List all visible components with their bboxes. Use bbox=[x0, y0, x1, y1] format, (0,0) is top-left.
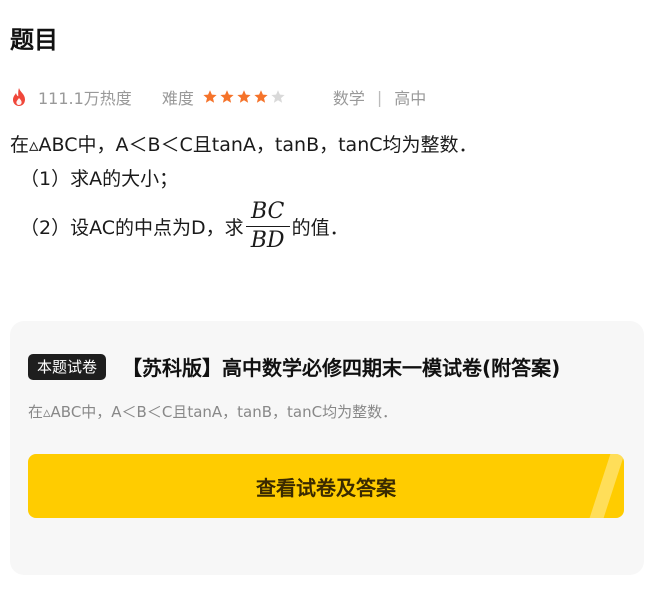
question-part-1: （1）求A的大小； bbox=[20, 168, 179, 190]
paper-card[interactable]: 本题试卷 【苏科版】高中数学必修四期末一模试卷(附答案) 在▵ABC中，A＜B＜… bbox=[10, 321, 644, 575]
question-part-2: （2）设AC的中点为D，求 BC BD 的值． bbox=[10, 196, 478, 256]
button-shine bbox=[589, 454, 624, 518]
fraction-bar bbox=[245, 225, 290, 227]
paper-title[interactable]: 【苏科版】高中数学必修四期末一模试卷(附答案) bbox=[122, 352, 560, 381]
question-body: 在▵ABC中，A＜B＜C且tanA，tanB，tanC均为整数． （1）求A的大… bbox=[10, 128, 478, 256]
view-paper-button[interactable]: 查看试卷及答案 bbox=[28, 454, 624, 518]
subject-label: 数学 bbox=[332, 89, 365, 108]
fraction-numerator: BC bbox=[250, 198, 285, 224]
question-stem: 在▵ABC中，A＜B＜C且tanA，tanB，tanC均为整数． bbox=[10, 134, 478, 156]
question-meta: 111.1万热度 难度 数学 | 高中 bbox=[10, 84, 426, 110]
level-label: 高中 bbox=[394, 89, 427, 108]
star-filled-icon bbox=[220, 90, 234, 103]
page-title: 题目 bbox=[10, 26, 58, 54]
star-filled-icon bbox=[203, 90, 217, 103]
question-part-2-prefix: （2）设AC的中点为D，求 bbox=[20, 216, 244, 239]
question-part-2-suffix: 的值． bbox=[291, 216, 349, 239]
star-filled-icon bbox=[237, 90, 251, 103]
star-empty-icon bbox=[271, 90, 285, 103]
paper-card-header: 本题试卷 【苏科版】高中数学必修四期末一模试卷(附答案) bbox=[28, 352, 560, 381]
paper-description: 在▵ABC中，A＜B＜C且tanA，tanB，tanC均为整数． bbox=[28, 403, 398, 421]
fraction-denominator: BD bbox=[250, 227, 285, 253]
difficulty-stars bbox=[202, 89, 287, 105]
heat-count: 111.1万热度 bbox=[38, 89, 132, 108]
fire-icon bbox=[13, 88, 25, 106]
star-filled-icon bbox=[254, 90, 268, 103]
fraction: BC BD bbox=[245, 198, 290, 254]
meta-separator: | bbox=[376, 87, 383, 107]
difficulty-label: 难度 bbox=[161, 89, 194, 108]
paper-badge: 本题试卷 bbox=[28, 353, 107, 380]
view-paper-button-label: 查看试卷及答案 bbox=[256, 475, 396, 500]
page: 题目 111.1万热度 难度 数学 | 高中 在▵ABC中，A＜B＜C且tanA… bbox=[0, 0, 648, 596]
